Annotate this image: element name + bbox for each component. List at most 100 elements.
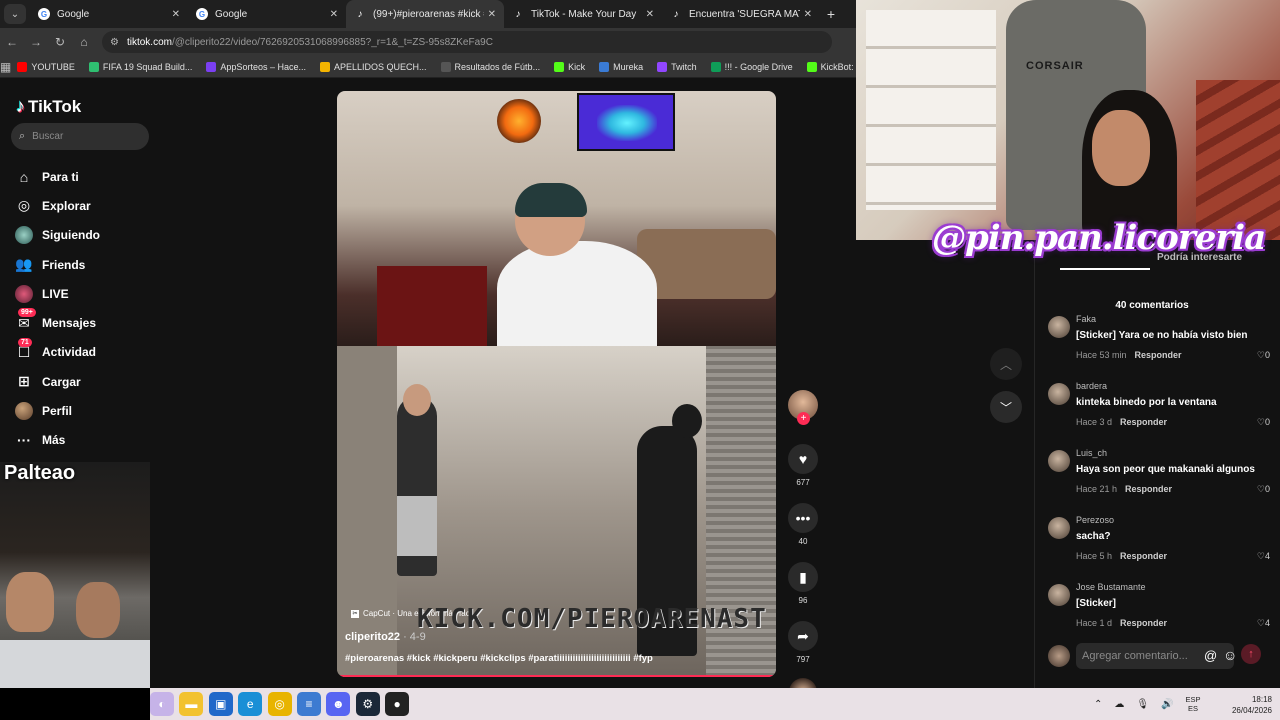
new-tab-button[interactable]: + [820, 6, 842, 22]
apps-grid-icon[interactable]: ▦ [0, 60, 11, 74]
commenter-avatar[interactable] [1048, 517, 1070, 539]
close-tab-icon[interactable]: ✕ [330, 9, 338, 20]
steam-icon[interactable]: ⚙ [355, 692, 380, 716]
commenter-avatar[interactable] [1048, 383, 1070, 405]
like-action[interactable]: ♥ 677 [786, 444, 820, 487]
back-arrow-icon[interactable]: ← [0, 35, 24, 49]
save-action[interactable]: ▮ 96 [786, 562, 820, 605]
comment-username[interactable]: bardera [1076, 381, 1107, 391]
reload-icon[interactable]: ↻ [48, 35, 72, 49]
comment-like[interactable]: ♡0 [1257, 417, 1270, 428]
url-bar[interactable]: ⚙ tiktok.com/@cliperito22/video/76269205… [102, 31, 832, 53]
follow-plus-icon[interactable]: + [797, 412, 810, 425]
heart-icon[interactable]: ♥ [788, 444, 818, 474]
send-button[interactable]: ↑ [1241, 644, 1261, 664]
comment-like[interactable]: ♡0 [1257, 350, 1270, 361]
nav-friends[interactable]: 👥 Friends [14, 250, 100, 279]
browser-tab[interactable]: ♪ Encuentra 'SUEGRA MATA A SU ✕ [662, 0, 820, 28]
bookmark-item[interactable]: Mureka [599, 61, 643, 72]
bookmark-item[interactable]: Twitch [657, 61, 697, 72]
commenter-avatar[interactable] [1048, 316, 1070, 338]
nav-mas[interactable]: ··· Más [14, 426, 100, 455]
bookmark-item[interactable]: Kick [554, 61, 585, 72]
bookmark-item[interactable]: KickBot: Customiza... [806, 61, 856, 72]
share-icon[interactable]: ➦ [788, 621, 818, 651]
chevron-up-icon[interactable]: ︿ [990, 348, 1022, 380]
comment-like[interactable]: ♡0 [1257, 484, 1270, 495]
video-player[interactable]: ✂ CapCut · Una edición más fácil KICK.CO… [337, 91, 776, 677]
browser-tab[interactable]: G Google ✕ [188, 0, 346, 28]
nav-cargar[interactable]: ⊞ Cargar [14, 367, 100, 396]
nav-live[interactable]: LIVE [14, 279, 100, 308]
nav-perfil[interactable]: Perfil [14, 396, 100, 425]
comment-like[interactable]: ♡4 [1257, 551, 1270, 562]
clock[interactable]: 18:18 26/04/2026 [1218, 694, 1272, 716]
tiktok-logo[interactable]: ♪ TikTok [16, 96, 81, 117]
site-info-icon[interactable]: ⚙ [110, 37, 119, 48]
home-icon[interactable]: ⌂ [72, 35, 96, 49]
reply-button[interactable]: Responder [1120, 417, 1167, 427]
language-indicator[interactable]: ESP ES [1186, 695, 1201, 713]
forward-arrow-icon[interactable]: → [24, 35, 48, 49]
tab-search-chevron-icon[interactable]: ⌄ [4, 4, 26, 24]
notepad-icon[interactable]: ≡ [296, 692, 321, 716]
emoji-icon[interactable]: ☺ [1223, 647, 1237, 663]
reply-button[interactable]: Responder [1120, 551, 1167, 561]
close-tab-icon[interactable]: ✕ [804, 9, 812, 20]
bookmark-item[interactable]: APELLIDOS QUECH... [319, 61, 427, 72]
browser-tab[interactable]: ♪ TikTok - Make Your Day ✕ [504, 0, 662, 28]
file-explorer-icon[interactable]: ▬ [179, 692, 204, 716]
comment-username[interactable]: Jose Bustamante [1076, 582, 1146, 592]
taskbar-left-overlay [0, 688, 150, 720]
microphone-icon[interactable]: 🎙 [1136, 699, 1149, 710]
edge-icon[interactable]: e [238, 692, 263, 716]
video-progress-bar[interactable] [337, 675, 776, 677]
bookmark-item[interactable]: !!! - Google Drive [710, 61, 793, 72]
chevron-up-icon[interactable]: ⌃ [1094, 699, 1102, 710]
like-count: 677 [796, 478, 810, 487]
bookmark-favicon-icon [17, 61, 28, 72]
comment-username[interactable]: Perezoso [1076, 515, 1114, 525]
store-icon[interactable]: ▣ [208, 692, 233, 716]
discord-icon[interactable]: ☻ [326, 692, 351, 716]
bookmark-icon[interactable]: ▮ [788, 562, 818, 592]
video-hashtags[interactable]: #pieroarenas #kick #kickperu #kickclips … [345, 653, 653, 664]
nav-para-ti[interactable]: ⌂ Para ti [14, 162, 100, 191]
commenter-avatar[interactable] [1048, 584, 1070, 606]
video-author[interactable]: cliperito22 · 4-9 [345, 631, 426, 643]
browser-tab-bar: ⌄ G Google ✕ G Google ✕ ♪ (99+)#pieroarenas #ki… [0, 0, 856, 28]
nav-mensajes[interactable]: ✉ Mensajes 99+ [14, 308, 100, 337]
reply-button[interactable]: Responder [1125, 484, 1172, 494]
close-tab-icon[interactable]: ✕ [488, 9, 496, 20]
reply-button[interactable]: Responder [1135, 350, 1182, 360]
close-tab-icon[interactable]: ✕ [646, 9, 654, 20]
share-action[interactable]: ➦ 797 [786, 621, 820, 664]
nav-siguiendo[interactable]: Siguiendo [14, 221, 100, 250]
bookmark-item[interactable]: FIFA 19 Squad Build... [88, 61, 192, 72]
comment-icon[interactable]: ••• [788, 503, 818, 533]
obs-icon[interactable]: ● [385, 692, 410, 716]
comment-action[interactable]: ••• 40 [786, 503, 820, 546]
search-box[interactable]: ⌕ Buscar [11, 123, 149, 150]
nav-explorar[interactable]: ◎ Explorar [14, 191, 100, 220]
browser-tab[interactable]: G Google ✕ [30, 0, 188, 28]
nav-actividad[interactable]: ☐ Actividad 71 [14, 337, 100, 367]
browser-tab[interactable]: ♪ (99+)#pieroarenas #kick #kickp ✕ [346, 0, 504, 28]
chevron-down-icon[interactable]: ﹀ [990, 391, 1022, 423]
bookmark-item[interactable]: YOUTUBE [17, 61, 75, 72]
creator-avatar[interactable]: + [788, 390, 818, 425]
reply-button[interactable]: Responder [1120, 618, 1167, 628]
comment-username[interactable]: Luis_ch [1076, 448, 1107, 458]
close-tab-icon[interactable]: ✕ [172, 9, 180, 20]
chrome-icon[interactable]: ◎ [267, 692, 292, 716]
bookmark-item[interactable]: AppSorteos – Hace... [206, 61, 306, 72]
network-icon[interactable]: ☁ [1114, 699, 1124, 710]
widgets-icon[interactable]: ◐ [150, 692, 174, 716]
commenter-avatar[interactable] [1048, 450, 1070, 472]
mention-icon[interactable]: @ [1204, 648, 1217, 663]
comment-like[interactable]: ♡4 [1257, 618, 1270, 629]
comment-username[interactable]: Faka [1076, 314, 1096, 324]
volume-icon[interactable]: 🔊 [1161, 699, 1173, 710]
bookmark-item[interactable]: Resultados de Fútb... [440, 61, 540, 72]
streamer-body [497, 241, 657, 346]
